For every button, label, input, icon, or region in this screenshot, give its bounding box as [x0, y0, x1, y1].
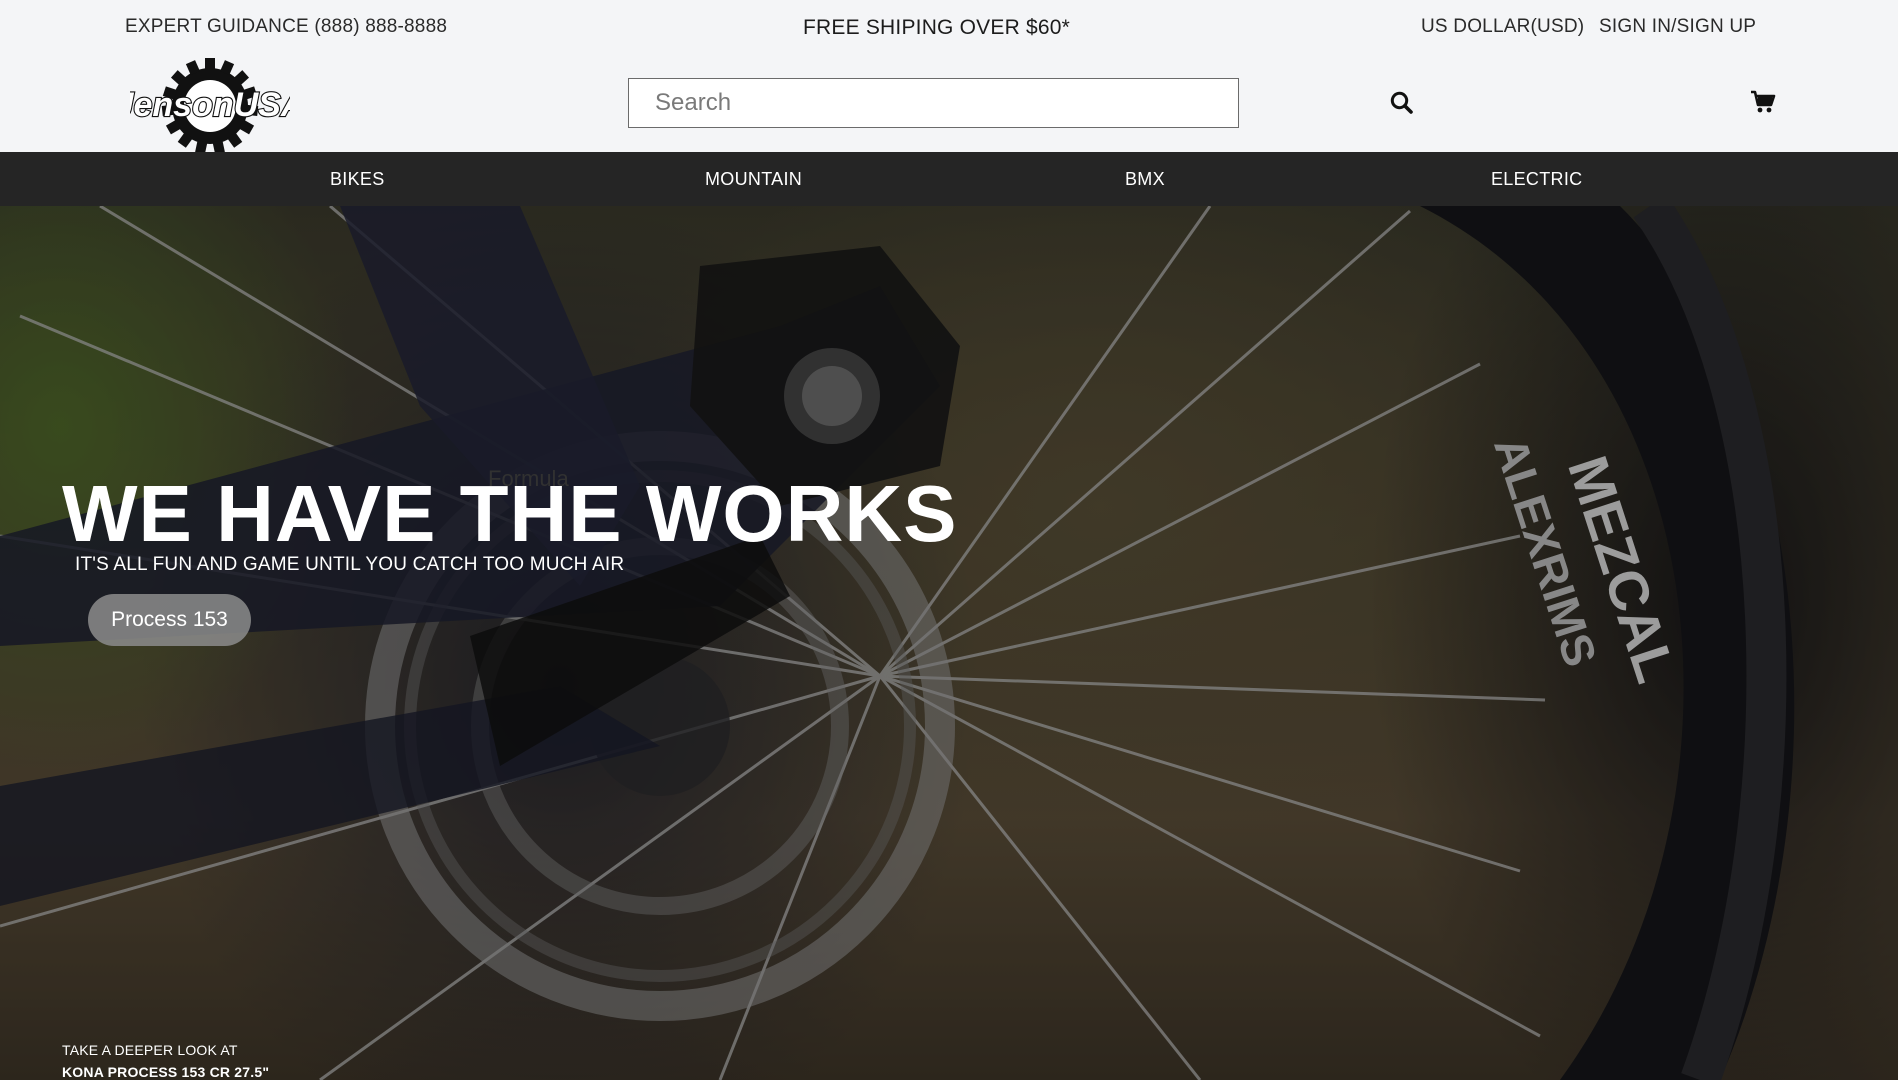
svg-text:JensonUSA: JensonUSA — [130, 86, 290, 124]
process-153-button[interactable]: Process 153 — [88, 594, 251, 646]
deeper-look-product-link[interactable]: KONA PROCESS 153 CR 27.5" — [62, 1064, 269, 1080]
cart-icon[interactable] — [1750, 90, 1776, 114]
header: EXPERT GUIDANCE (888) 888-8888 FREE SHIP… — [0, 0, 1898, 154]
sign-in-link[interactable]: SIGN IN/SIGN UP — [1599, 16, 1756, 38]
nav-item-bmx[interactable]: BMX — [1125, 152, 1165, 206]
search-icon[interactable] — [1389, 90, 1415, 116]
search-box — [628, 78, 1239, 128]
deeper-look-label: TAKE A DEEPER LOOK AT — [62, 1042, 238, 1058]
jenson-usa-logo[interactable]: JensonUSA — [113, 58, 307, 154]
nav-item-mountain[interactable]: MOUNTAIN — [705, 152, 802, 206]
main-navigation: BIKES MOUNTAIN BMX ELECTRIC — [0, 152, 1898, 206]
hero-subtitle: IT'S ALL FUN AND GAME UNTIL YOU CATCH TO… — [75, 554, 625, 575]
nav-item-bikes[interactable]: BIKES — [330, 152, 385, 206]
expert-guidance-phone[interactable]: EXPERT GUIDANCE (888) 888-8888 — [125, 16, 447, 38]
hero-banner: MEZCAL ALEXRIMS Formula WE HAVE THE WORK… — [0, 206, 1898, 1080]
free-shipping-banner: FREE SHIPING OVER $60* — [803, 16, 1070, 39]
search-input[interactable] — [629, 79, 1238, 127]
currency-selector[interactable]: US DOLLAR(USD) — [1421, 16, 1584, 38]
nav-item-electric[interactable]: ELECTRIC — [1491, 152, 1582, 206]
hero-overlay — [0, 206, 1898, 1080]
hero-title: WE HAVE THE WORKS — [62, 469, 958, 558]
logo-graphic: JensonUSA — [113, 58, 307, 154]
